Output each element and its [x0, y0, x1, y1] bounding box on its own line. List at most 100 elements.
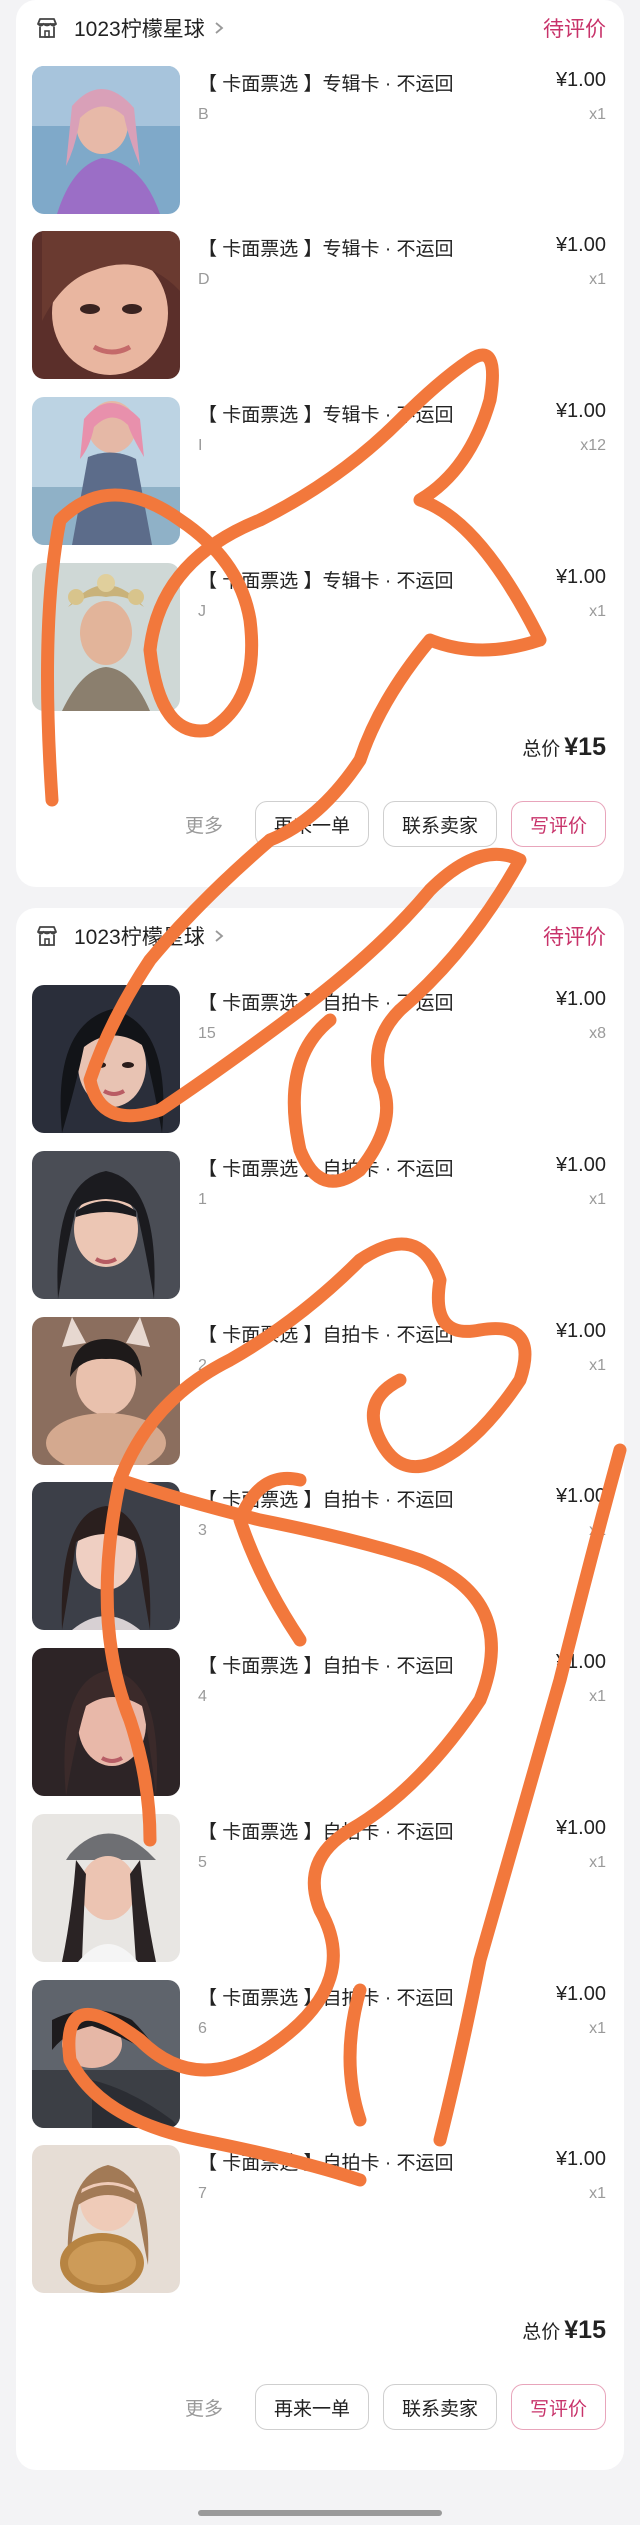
write-review-button[interactable]: 写评价: [510, 2384, 606, 2430]
order-item[interactable]: 【 卡面票选 】自拍卡 · 不运回 1 ¥1.00 x1: [32, 1151, 606, 1299]
item-spec: 2: [198, 1357, 207, 1374]
item-title: 【 卡面票选 】自拍卡 · 不运回: [198, 1159, 454, 1180]
total-label: 总价: [522, 739, 561, 760]
order-total: 总价 ¥15: [522, 2316, 606, 2345]
order-item[interactable]: 【 卡面票选 】自拍卡 · 不运回 3 ¥1.00 x1: [32, 1482, 606, 1630]
order-total: 总价 ¥15: [522, 733, 606, 762]
item-title: 【 卡面票选 】自拍卡 · 不运回: [198, 993, 454, 1014]
item-price: ¥1.00: [555, 1485, 606, 1507]
home-indicator[interactable]: [198, 2510, 442, 2516]
item-price: ¥1.00: [555, 1320, 606, 1342]
item-spec: 7: [198, 2185, 207, 2202]
item-spec: B: [198, 106, 209, 123]
item-spec: 4: [198, 1688, 207, 1705]
order-item[interactable]: 【 卡面票选 】自拍卡 · 不运回 4 ¥1.00 x1: [32, 1648, 606, 1796]
order-item[interactable]: 【 卡面票选 】自拍卡 · 不运回 15 ¥1.00 x8: [32, 985, 606, 1133]
item-spec: 3: [198, 1522, 207, 1539]
reorder-button[interactable]: 再来一单: [254, 801, 369, 847]
cap-selfie-photo: [32, 1814, 180, 1962]
contact-seller-button[interactable]: 联系卖家: [382, 801, 497, 847]
lying-down-selfie-photo: [32, 1980, 180, 2128]
more-button[interactable]: 更多: [185, 2394, 223, 2421]
item-title: 【 卡面票选 】自拍卡 · 不运回: [198, 1490, 454, 1511]
item-price: ¥1.00: [555, 69, 606, 91]
floral-headpiece-photo: [32, 563, 180, 711]
item-quantity: x1: [589, 1854, 606, 1871]
store-name[interactable]: 1023柠檬星球: [74, 13, 205, 43]
order-actions: 更多 再来一单 联系卖家 写评价: [185, 2384, 606, 2430]
bread-selfie-photo: [32, 2145, 180, 2293]
closeup-face-photo: [32, 231, 180, 379]
store-icon: [34, 15, 60, 41]
item-spec: 1: [198, 1191, 207, 1208]
item-quantity: x8: [589, 1025, 606, 1042]
item-quantity: x1: [589, 2020, 606, 2037]
order-card: 1023柠檬星球 待评价 【 卡面票选 】自拍卡 · 不运回 15 ¥1.00 …: [16, 908, 624, 2470]
item-quantity: x1: [589, 1191, 606, 1208]
item-title: 【 卡面票选 】自拍卡 · 不运回: [198, 2153, 454, 2174]
item-quantity: x1: [589, 1357, 606, 1374]
item-spec: 5: [198, 1854, 207, 1871]
item-title: 【 卡面票选 】专辑卡 · 不运回: [198, 74, 454, 95]
order-card: 1023柠檬星球 待评价 【 卡面票选 】专辑卡 · 不运回 B ¥1.00 x…: [16, 0, 624, 887]
order-item[interactable]: 【 卡面票选 】自拍卡 · 不运回 5 ¥1.00 x1: [32, 1814, 606, 1962]
item-quantity: x1: [589, 603, 606, 620]
item-spec: 6: [198, 2020, 207, 2037]
item-price: ¥1.00: [555, 400, 606, 422]
item-price: ¥1.00: [555, 1817, 606, 1839]
more-button[interactable]: 更多: [185, 811, 223, 838]
item-title: 【 卡面票选 】专辑卡 · 不运回: [198, 571, 454, 592]
store-name[interactable]: 1023柠檬星球: [74, 921, 205, 951]
soft-light-selfie-photo: [32, 1648, 180, 1796]
bunny-ears-selfie-photo: [32, 1317, 180, 1465]
item-spec: 15: [198, 1025, 216, 1042]
item-spec: J: [198, 603, 206, 620]
item-spec: D: [198, 271, 210, 288]
item-price: ¥1.00: [555, 566, 606, 588]
total-amount: ¥15: [564, 733, 606, 761]
order-item[interactable]: 【 卡面票选 】专辑卡 · 不运回 D ¥1.00 x1: [32, 231, 606, 379]
item-quantity: x1: [589, 271, 606, 288]
item-quantity: x1: [589, 1688, 606, 1705]
item-title: 【 卡面票选 】专辑卡 · 不运回: [198, 239, 454, 260]
bangs-selfie-photo: [32, 1151, 180, 1299]
store-icon: [34, 923, 60, 949]
item-title: 【 卡面票选 】专辑卡 · 不运回: [198, 405, 454, 426]
item-title: 【 卡面票选 】自拍卡 · 不运回: [198, 1656, 454, 1677]
contact-seller-button[interactable]: 联系卖家: [382, 2384, 497, 2430]
chevron-right-icon[interactable]: [213, 21, 227, 35]
item-quantity: x1: [589, 2185, 606, 2202]
order-actions: 更多 再来一单 联系卖家 写评价: [185, 801, 606, 847]
item-spec: I: [198, 437, 203, 454]
item-title: 【 卡面票选 】自拍卡 · 不运回: [198, 1822, 454, 1843]
item-quantity: x1: [589, 106, 606, 123]
order-item[interactable]: 【 卡面票选 】自拍卡 · 不运回 6 ¥1.00 x1: [32, 1980, 606, 2128]
order-status: 待评价: [543, 926, 606, 949]
woman-purple-dress-photo: [32, 66, 180, 214]
item-title: 【 卡面票选 】自拍卡 · 不运回: [198, 1988, 454, 2009]
reorder-button[interactable]: 再来一单: [254, 2384, 369, 2430]
item-title: 【 卡面票选 】自拍卡 · 不运回: [198, 1325, 454, 1346]
item-quantity: x12: [580, 437, 606, 454]
item-price: ¥1.00: [555, 234, 606, 256]
order-item[interactable]: 【 卡面票选 】专辑卡 · 不运回 B ¥1.00 x1: [32, 66, 606, 214]
total-label: 总价: [522, 2322, 561, 2343]
item-price: ¥1.00: [555, 988, 606, 1010]
order-item[interactable]: 【 卡面票选 】自拍卡 · 不运回 2 ¥1.00 x1: [32, 1317, 606, 1465]
order-header: 1023柠檬星球 待评价: [34, 918, 606, 954]
item-price: ¥1.00: [555, 1154, 606, 1176]
order-status: 待评价: [543, 18, 606, 41]
item-quantity: x1: [589, 1522, 606, 1539]
order-item[interactable]: 【 卡面票选 】自拍卡 · 不运回 7 ¥1.00 x1: [32, 2145, 606, 2293]
order-header: 1023柠檬星球 待评价: [34, 10, 606, 46]
write-review-button[interactable]: 写评价: [510, 801, 606, 847]
order-item[interactable]: 【 卡面票选 】专辑卡 · 不运回 J ¥1.00 x1: [32, 563, 606, 711]
item-price: ¥1.00: [555, 1983, 606, 2005]
item-price: ¥1.00: [555, 1651, 606, 1673]
dark-hair-selfie-photo: [32, 985, 180, 1133]
pink-hair-stage-photo: [32, 397, 180, 545]
order-item[interactable]: 【 卡面票选 】专辑卡 · 不运回 I ¥1.00 x12: [32, 397, 606, 545]
total-amount: ¥15: [564, 2316, 606, 2344]
chevron-right-icon[interactable]: [213, 929, 227, 943]
item-price: ¥1.00: [555, 2148, 606, 2170]
